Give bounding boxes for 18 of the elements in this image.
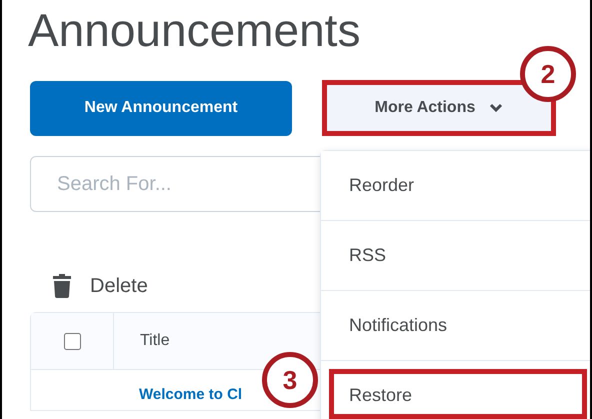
menu-item-label: Restore — [349, 385, 412, 405]
menu-item[interactable]: Reorder — [321, 151, 590, 221]
page-title: Announcements — [28, 3, 360, 58]
menu-item-label: Reorder — [349, 175, 414, 195]
menu-item-label: Notifications — [349, 315, 448, 335]
select-all-checkbox[interactable] — [64, 332, 80, 350]
menu-item[interactable]: RSS — [321, 221, 590, 291]
step-marker: 3 — [262, 352, 318, 408]
trash-icon — [52, 274, 72, 298]
menu-item[interactable]: Notifications — [321, 291, 590, 361]
new-announcement-button[interactable]: New Announcement — [30, 80, 292, 136]
menu-item[interactable]: Restore — [321, 361, 590, 419]
column-header[interactable]: Title — [114, 313, 170, 369]
announcement-link[interactable]: Welcome to Cl — [139, 386, 242, 410]
chevron-down-icon — [489, 103, 504, 113]
step-marker: 2 — [520, 46, 576, 102]
delete-button[interactable]: Delete — [30, 274, 148, 298]
menu-item-label: RSS — [349, 245, 386, 265]
